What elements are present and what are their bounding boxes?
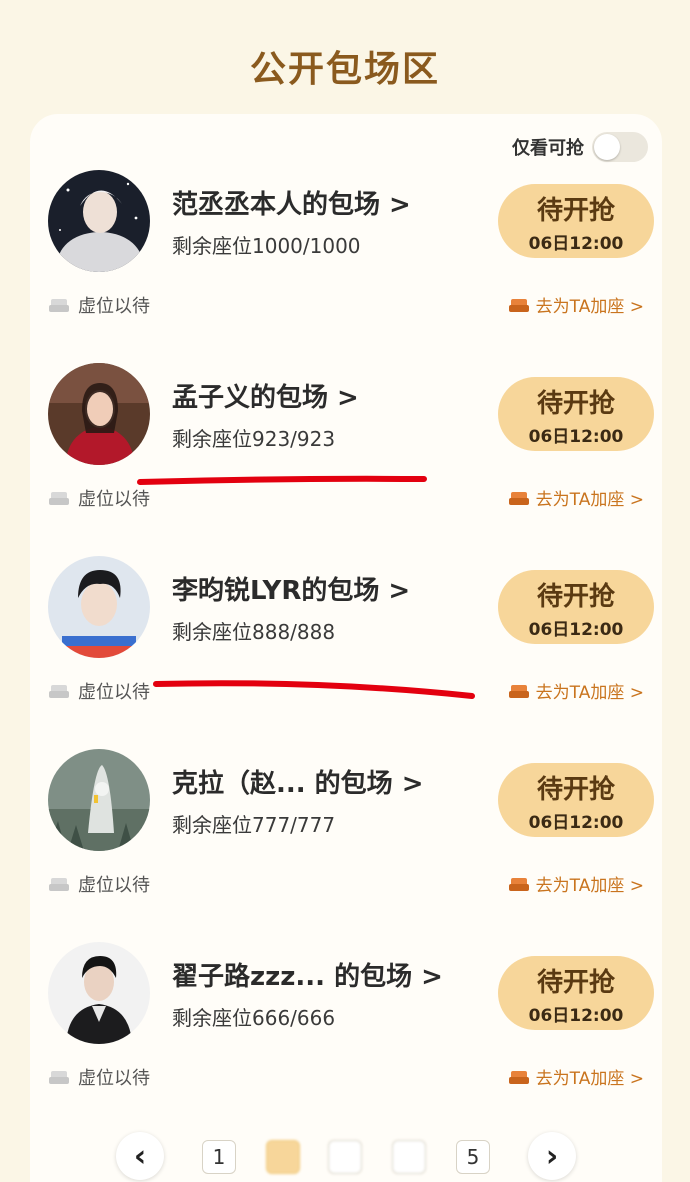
grab-time: 06日12:00	[528, 427, 624, 447]
grab-button[interactable]: 待开抢 06日12:00	[498, 377, 654, 451]
grab-button[interactable]: 待开抢 06日12:00	[498, 763, 654, 837]
item-title[interactable]: 孟子义的包场 >	[172, 377, 359, 414]
avatar[interactable]	[48, 363, 150, 465]
grab-button[interactable]: 待开抢 06日12:00	[498, 184, 654, 258]
avatar[interactable]	[48, 942, 150, 1044]
next-page-button[interactable]: ›	[528, 1132, 576, 1180]
grab-button-label: 待开抢	[536, 582, 615, 612]
vacant-label: 虚位以待	[78, 1068, 150, 1089]
public-booking-list: 仅看可抢 范丞丞本人的包场 > 剩余座位1000/1000 待开抢 06日12:…	[30, 114, 662, 1182]
list-item[interactable]: 李昀锐LYR的包场 > 剩余座位888/888 待开抢 06日12:00 虚位以…	[30, 500, 662, 703]
page-1[interactable]: 1	[202, 1140, 236, 1174]
avatar[interactable]	[48, 556, 150, 658]
add-seat-link[interactable]: 去为TA加座 >	[508, 1064, 644, 1089]
seats-remaining: 剩余座位923/923	[172, 427, 336, 451]
grab-button-label: 待开抢	[536, 389, 615, 419]
avatar[interactable]	[48, 749, 150, 851]
pagination: ‹ 1 5 ›	[0, 1130, 690, 1182]
grab-button[interactable]: 待开抢 06日12:00	[498, 956, 654, 1030]
avatar-image	[48, 556, 150, 658]
seats-remaining: 剩余座位777/777	[172, 813, 336, 837]
grab-time: 06日12:00	[528, 620, 624, 640]
grab-button-label: 待开抢	[536, 775, 615, 805]
page-hidden[interactable]	[328, 1140, 362, 1174]
add-seat-label: 去为TA加座 >	[535, 1069, 644, 1089]
avatar-image	[48, 363, 150, 465]
avatar-image	[48, 942, 150, 1044]
list-item[interactable]: 翟子路zzz... 的包场 > 剩余座位666/666 待开抢 06日12:00…	[30, 886, 662, 1089]
avatar-image	[48, 749, 150, 851]
seats-remaining: 剩余座位666/666	[172, 1006, 336, 1030]
grab-time: 06日12:00	[528, 1006, 624, 1026]
list-item[interactable]: 范丞丞本人的包场 > 剩余座位1000/1000 待开抢 06日12:00 虚位…	[30, 114, 662, 317]
item-title[interactable]: 范丞丞本人的包场 >	[172, 184, 411, 221]
prev-page-button[interactable]: ‹	[116, 1132, 164, 1180]
page-5[interactable]: 5	[456, 1140, 490, 1174]
grab-button-label: 待开抢	[536, 196, 615, 226]
grab-button[interactable]: 待开抢 06日12:00	[498, 570, 654, 644]
list-item[interactable]: 孟子义的包场 > 剩余座位923/923 待开抢 06日12:00 虚位以待 去…	[30, 307, 662, 510]
vacant-seat-status: 虚位以待	[48, 1064, 150, 1090]
grab-time: 06日12:00	[528, 234, 624, 254]
page-current[interactable]	[266, 1140, 300, 1174]
avatar[interactable]	[48, 170, 150, 272]
item-title[interactable]: 克拉（赵... 的包场 >	[172, 763, 424, 800]
avatar-image	[48, 170, 150, 272]
page-hidden[interactable]	[392, 1140, 426, 1174]
list-item[interactable]: 克拉（赵... 的包场 > 剩余座位777/777 待开抢 06日12:00 虚…	[30, 693, 662, 896]
seats-remaining: 剩余座位1000/1000	[172, 234, 361, 258]
grab-button-label: 待开抢	[536, 968, 615, 998]
sofa-orange-icon	[508, 1066, 530, 1088]
grab-time: 06日12:00	[528, 813, 624, 833]
sofa-gray-icon	[48, 1066, 70, 1088]
item-title[interactable]: 翟子路zzz... 的包场 >	[172, 956, 443, 993]
seats-remaining: 剩余座位888/888	[172, 620, 336, 644]
item-title[interactable]: 李昀锐LYR的包场 >	[172, 570, 410, 607]
page-title: 公开包场区	[249, 49, 440, 90]
